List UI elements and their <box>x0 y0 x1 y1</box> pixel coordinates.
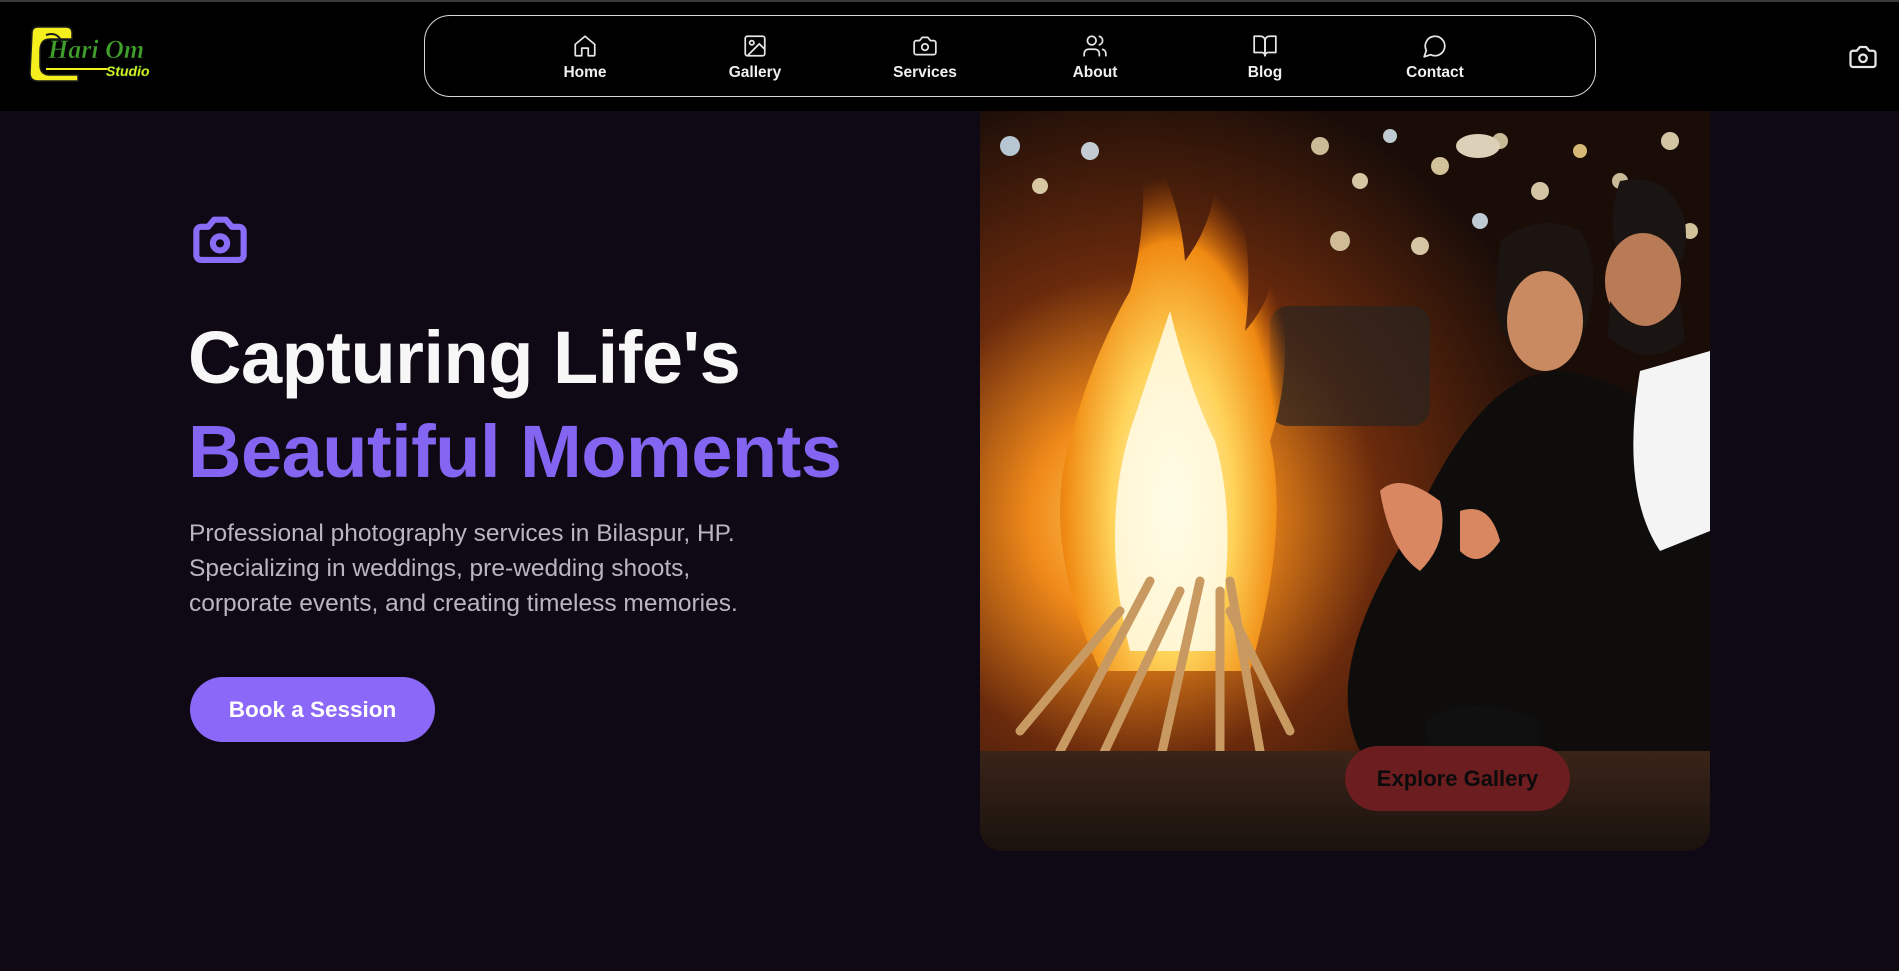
nav-label: Contact <box>1406 63 1464 81</box>
camera-icon <box>193 216 247 263</box>
image-icon <box>744 34 766 57</box>
hero-photo <box>980 111 1710 851</box>
site-header: Hari Om Studio Home Gallery Services Abo… <box>0 0 1899 111</box>
main-navigation: Home Gallery Services About Blog Contact <box>424 15 1596 97</box>
nav-item-home[interactable]: Home <box>500 31 670 82</box>
nav-item-contact[interactable]: Contact <box>1350 31 1520 82</box>
studio-logo[interactable]: Hari Om Studio <box>26 25 164 83</box>
nav-item-services[interactable]: Services <box>840 31 1010 82</box>
svg-text:Hari Om: Hari Om <box>47 35 144 64</box>
header-camera-button[interactable] <box>1847 42 1879 72</box>
home-icon <box>574 34 596 57</box>
nav-item-gallery[interactable]: Gallery <box>670 31 840 82</box>
camera-icon <box>913 35 937 56</box>
nav-label: Gallery <box>728 63 782 81</box>
message-circle-icon <box>1423 34 1446 58</box>
nav-label: Blog <box>1247 63 1283 81</box>
camera-icon <box>1849 45 1877 69</box>
hero-title-line-1: Capturing Life's <box>188 316 741 399</box>
hero-description: Professional photography services in Bil… <box>189 520 738 617</box>
hero-camera-icon <box>190 215 250 267</box>
svg-text:Studio: Studio <box>106 63 150 79</box>
explore-gallery-button[interactable]: Explore Gallery <box>1345 746 1570 811</box>
book-open-icon <box>1253 34 1277 57</box>
nav-label: About <box>1072 63 1118 81</box>
hero-title-line-2: Beautiful Moments <box>188 410 842 493</box>
nav-item-blog[interactable]: Blog <box>1180 31 1350 82</box>
nav-item-about[interactable]: About <box>1010 31 1180 82</box>
book-session-button[interactable]: Book a Session <box>190 677 435 742</box>
nav-label: Services <box>893 63 957 81</box>
nav-label: Home <box>563 63 607 81</box>
users-icon <box>1083 34 1107 57</box>
top-border <box>0 0 1899 2</box>
